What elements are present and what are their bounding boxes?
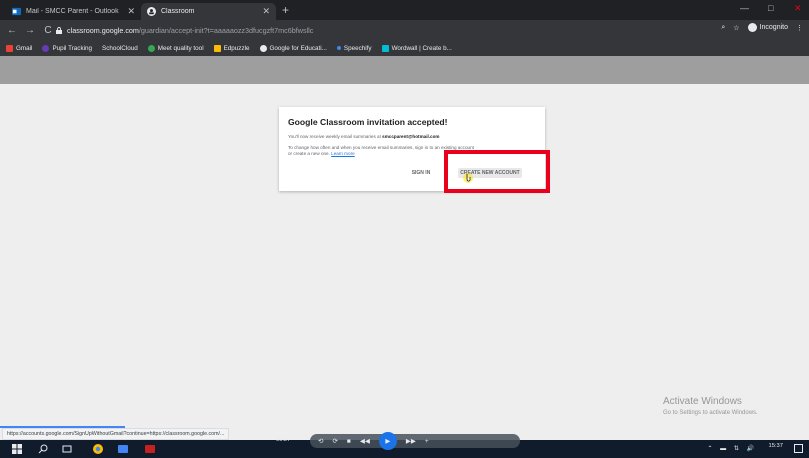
edpuzzle-icon — [213, 44, 221, 52]
play-button[interactable]: ▶ — [378, 432, 397, 450]
bookmark-label: Speechify — [343, 44, 372, 52]
bookmark-label: Meet quality tool — [157, 44, 204, 52]
wordwall-icon — [381, 44, 389, 52]
hand-cursor-icon — [463, 173, 473, 183]
tab-label: Classroom — [161, 8, 195, 15]
bookmark-label: Gmail — [16, 44, 33, 52]
rewind-icon[interactable]: ⟲ — [318, 437, 323, 445]
parent-email: smccparent@hotmail.com — [382, 134, 440, 139]
notification-icon[interactable] — [794, 444, 803, 453]
pupil-tracking-icon — [42, 44, 50, 52]
outlook-icon — [12, 7, 21, 16]
bookmark-gmail[interactable]: Gmail — [6, 44, 33, 52]
system-tray[interactable]: ⌃ ▬ ⇅ 🔊 — [707, 445, 757, 452]
lock-icon — [56, 26, 62, 34]
bookmark-pupil-tracking[interactable]: Pupil Tracking — [42, 44, 93, 52]
taskbar-clock[interactable]: 15:37 — [768, 443, 783, 450]
reload-button[interactable]: C — [42, 25, 54, 36]
bookmark-edpuzzle[interactable]: Edpuzzle — [213, 44, 250, 52]
forward-button[interactable]: → — [24, 25, 36, 36]
task-view-icon[interactable] — [62, 444, 72, 454]
incognito-label: Incognito — [759, 24, 788, 31]
search-icon[interactable] — [38, 444, 48, 454]
tab-label: Mail - SMCC Parent - Outlook — [26, 8, 119, 15]
create-prefix: or create a new one. — [288, 151, 332, 156]
bookmark-wordwall[interactable]: Wordwall | Create b... — [381, 44, 452, 52]
new-tab-button[interactable]: + — [282, 3, 289, 17]
activate-windows-watermark: Activate Windows Go to Settings to activ… — [663, 396, 758, 416]
classroom-header — [0, 56, 809, 84]
toolbar-right: ⌕ ☆ Incognito ⋮ — [721, 23, 803, 32]
bookmark-speechify[interactable]: Speechify — [336, 44, 372, 52]
dialog-summary-text: You'll now receive weekly email summarie… — [288, 134, 536, 140]
summary-prefix: You'll now receive weekly email summarie… — [288, 134, 383, 139]
skip-back-icon[interactable]: ◀◀ — [360, 437, 370, 445]
bookmark-meet-quality[interactable]: Meet quality tool — [147, 44, 204, 52]
skip-forward-icon[interactable]: ▶▶ — [406, 437, 416, 445]
bookmark-google-education[interactable]: Google for Educati... — [259, 44, 327, 52]
bookmark-label: Wordwall | Create b... — [391, 44, 452, 52]
browser-tabstrip: Mail - SMCC Parent - Outlook ✕ Classroom… — [0, 0, 809, 20]
incognito-icon — [747, 23, 757, 32]
bookmark-schoolcloud[interactable]: SchoolCloud — [102, 45, 138, 52]
play-icon: ▶ — [385, 438, 391, 445]
url-host: classroom.google.com — [67, 25, 139, 35]
browser-toolbar: ← → C classroom.google.com/guardian/acce… — [0, 20, 809, 40]
bookmarks-bar: Gmail Pupil Tracking SchoolCloud Meet qu… — [0, 40, 809, 56]
star-icon[interactable]: ☆ — [733, 24, 739, 32]
tab-close-icon[interactable]: ✕ — [127, 6, 135, 17]
highlight-box — [444, 150, 550, 193]
url-path: /guardian/accept-init?t=aaaaaozz3dfucgzf… — [138, 25, 314, 35]
meet-icon — [147, 44, 155, 52]
tab-close-icon[interactable]: ✕ — [262, 6, 270, 17]
windows-start-icon[interactable] — [12, 444, 22, 454]
bookmark-label: Google for Educati... — [269, 44, 327, 52]
status-url: https://accounts.google.com/SignUpWithou… — [2, 428, 230, 440]
gmail-icon — [6, 44, 13, 52]
chrome-taskbar-icon[interactable] — [93, 444, 103, 454]
player-time: 00:27 — [276, 437, 291, 443]
clock-time: 15:37 — [768, 443, 783, 449]
back-button[interactable]: ← — [6, 25, 18, 36]
dialog-title: Google Classroom invitation accepted! — [288, 117, 448, 127]
minimize-button[interactable]: — — [740, 3, 749, 13]
tab-outlook[interactable]: Mail - SMCC Parent - Outlook ✕ — [6, 3, 141, 20]
tab-classroom[interactable]: Classroom ✕ — [141, 3, 276, 20]
speechify-icon — [336, 46, 341, 50]
bookmark-label: Edpuzzle — [223, 44, 250, 52]
app-taskbar-icon-2[interactable] — [145, 444, 155, 454]
forward-icon[interactable]: ⟳ — [332, 437, 337, 445]
search-icon[interactable]: ⌕ — [721, 24, 725, 32]
bookmark-label: Pupil Tracking — [52, 44, 93, 52]
maximize-button[interactable]: □ — [768, 3, 773, 13]
video-player-controls: 00:27 ⟲ ⟳ ■ ◀◀ ▶ ▶▶ + — [276, 432, 520, 450]
learn-more-link[interactable]: Learn more — [331, 151, 355, 156]
incognito-badge[interactable]: Incognito — [747, 23, 788, 32]
address-bar[interactable]: classroom.google.com/guardian/accept-ini… — [56, 23, 756, 37]
classroom-icon — [147, 7, 156, 16]
sign-in-button[interactable]: SIGN IN — [406, 168, 436, 178]
close-window-button[interactable]: ✕ — [794, 3, 802, 14]
stop-icon[interactable]: ■ — [347, 438, 351, 445]
menu-icon[interactable]: ⋮ — [796, 24, 803, 32]
bookmark-label: SchoolCloud — [102, 44, 138, 52]
screen: Mail - SMCC Parent - Outlook ✕ Classroom… — [0, 0, 809, 458]
app-taskbar-icon[interactable] — [118, 444, 128, 454]
add-icon[interactable]: + — [425, 438, 429, 445]
watermark-title: Activate Windows — [663, 396, 742, 407]
watermark-subtitle: Go to Settings to activate Windows. — [663, 410, 758, 416]
google-icon — [259, 44, 267, 52]
